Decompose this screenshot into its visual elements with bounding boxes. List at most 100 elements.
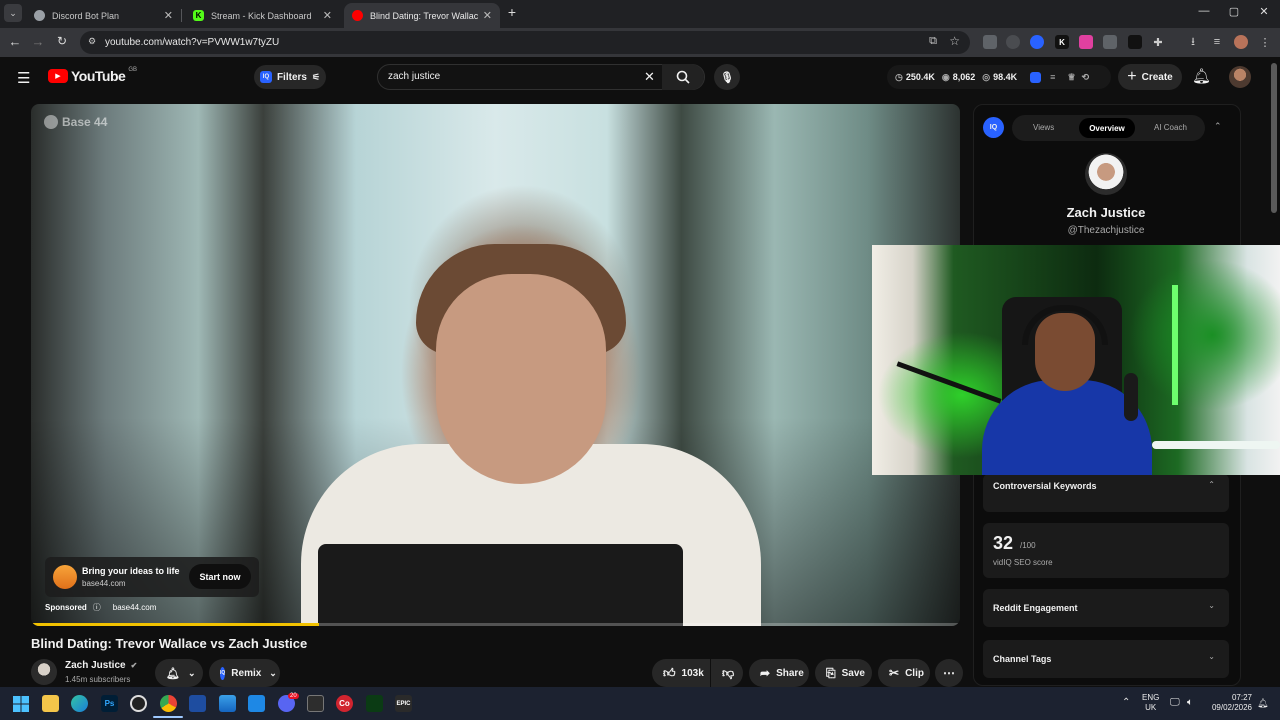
reading-list-icon[interactable]: ≡ [1210, 35, 1224, 49]
vidiq-logo-icon[interactable] [1030, 71, 1042, 83]
profile-avatar[interactable] [1234, 35, 1248, 49]
region-code: UK [1145, 703, 1157, 712]
vidiq-remix-button[interactable]: IQ Remix ⌄ [209, 659, 280, 687]
razer-icon[interactable] [366, 695, 383, 712]
forward-button[interactable]: → [29, 34, 47, 49]
url-text: youtube.com/watch?v=PVWW1w7tyZU [105, 37, 280, 48]
share-button[interactable]: ➦ Share [749, 659, 809, 687]
notepad-icon[interactable] [248, 695, 265, 712]
collapse-panel-icon[interactable]: ⌃ [1214, 121, 1222, 132]
chrome-icon[interactable] [160, 695, 177, 712]
search-input[interactable]: zach justice [388, 71, 440, 82]
reddit-engagement-card[interactable]: Reddit Engagement ⌄ [983, 589, 1229, 627]
back-button[interactable]: ← [6, 34, 24, 49]
edge-browser-icon[interactable] [71, 695, 88, 712]
save-button[interactable]: ⎘ Save [815, 659, 872, 687]
account-avatar[interactable] [1229, 66, 1251, 88]
notifications-bell-icon[interactable]: 🔔︎ [1192, 67, 1211, 85]
tab-youtube-video[interactable]: Blind Dating: Trevor Wallace vs ✕ [344, 3, 500, 28]
clip-label: Clip [905, 667, 924, 679]
youtube-logo[interactable]: ▶ YouTube GB [48, 67, 137, 84]
extension-icon[interactable] [1103, 35, 1117, 49]
close-tab-icon[interactable]: ✕ [483, 9, 492, 22]
close-window-button[interactable]: ✕ [1254, 5, 1274, 18]
maximize-button[interactable]: ▢ [1224, 5, 1244, 18]
dislike-button[interactable]: 👎︎ [711, 659, 743, 687]
close-tab-icon[interactable]: ✕ [164, 9, 173, 22]
tab-views[interactable]: Views [1033, 123, 1054, 132]
tab-kick-dashboard[interactable]: K Stream - Kick Dashboard ✕ [185, 3, 340, 28]
language-indicator[interactable]: ENG UK [1142, 693, 1159, 713]
channel-name[interactable]: Zach Justice [65, 660, 126, 671]
region-code: GB [128, 67, 137, 73]
trophy-icon[interactable]: ♕ [1067, 72, 1075, 83]
terminal-icon[interactable] [307, 695, 324, 712]
photos-icon[interactable] [219, 695, 236, 712]
ad-headline: Bring your ideas to life [82, 566, 180, 576]
extension-icon[interactable] [1079, 35, 1093, 49]
obs-icon[interactable] [130, 695, 147, 712]
sponsored-domain[interactable]: base44.com [113, 603, 157, 612]
vidiq-extension-icon[interactable] [1030, 35, 1044, 49]
install-app-icon[interactable]: ⧉ [929, 35, 937, 48]
tab-search-button[interactable]: ⌄ [4, 4, 22, 22]
channel-name-row[interactable]: Zach Justice ✔ [65, 660, 137, 671]
notification-center-icon[interactable]: 🔔︎ [1257, 698, 1268, 709]
powershell-icon[interactable] [189, 695, 206, 712]
tab-overview[interactable]: Overview [1079, 118, 1135, 138]
clock[interactable]: 07:27 09/02/2026 [1207, 693, 1252, 713]
site-info-icon[interactable]: ⚙ [88, 36, 96, 47]
extension-icon[interactable] [1006, 35, 1020, 49]
volume-icon[interactable]: 🔈︎ [1187, 697, 1193, 708]
voice-search-button[interactable]: 🎙 [714, 64, 740, 90]
video-player[interactable]: Base 44 [31, 104, 960, 626]
browser-menu-icon[interactable]: ⋮ [1258, 35, 1272, 49]
file-explorer-icon[interactable] [42, 695, 59, 712]
discord-badge: 20 [288, 693, 299, 699]
system-tray-chevron-icon[interactable]: ⌃ [1122, 697, 1130, 708]
controversial-keywords-card[interactable]: Controversial Keywords ⌃ [983, 474, 1229, 512]
page-scrollbar[interactable] [1271, 63, 1277, 213]
extension-icon[interactable] [1128, 35, 1142, 49]
windows-start-icon[interactable] [12, 695, 29, 712]
more-horizontal-icon: ⋯ [943, 666, 955, 680]
like-button[interactable]: 👍︎ 103k [652, 659, 710, 687]
share-network-icon[interactable]: ⟲ [1082, 72, 1090, 83]
close-tab-icon[interactable]: ✕ [323, 9, 332, 22]
clip-button[interactable]: ✂ Clip [878, 659, 930, 687]
info-icon[interactable]: ⓘ [93, 602, 101, 613]
create-button[interactable]: + Create [1118, 64, 1182, 90]
subscription-bell-button[interactable]: 🔔︎ ⌄ [155, 659, 203, 687]
ad-card[interactable]: Bring your ideas to life base44.com Star… [45, 557, 259, 597]
list-icon[interactable]: ≡ [1050, 72, 1055, 82]
app-co-icon[interactable]: Co [336, 695, 353, 712]
ad-cta-button[interactable]: Start now [189, 564, 251, 589]
bell-icon: 🔔︎ [166, 667, 180, 680]
photoshop-icon[interactable]: Ps [101, 695, 118, 712]
channel-avatar[interactable] [31, 659, 57, 685]
tab-discord-bot-plan[interactable]: Discord Bot Plan ✕ [26, 3, 182, 28]
address-bar[interactable]: ⚙ youtube.com/watch?v=PVWW1w7tyZU ⧉ ☆ [80, 31, 970, 54]
channel-tags-card[interactable]: Channel Tags ⌄ [983, 640, 1229, 678]
bookmark-star-icon[interactable]: ☆ [949, 34, 960, 48]
reload-button[interactable]: ↻ [53, 34, 71, 48]
hamburger-menu-icon[interactable]: ☰ [17, 69, 30, 87]
tab-ai-coach[interactable]: AI Coach [1154, 123, 1187, 132]
extensions-puzzle-icon[interactable]: ✚ [1151, 35, 1165, 49]
video-progress-bar[interactable] [31, 623, 960, 626]
chevron-down-icon: ⌄ [1208, 601, 1215, 610]
more-actions-button[interactable]: ⋯ [935, 659, 963, 687]
vidiq-filters-button[interactable]: IQ Filters ⚟ [254, 65, 326, 89]
search-button[interactable] [662, 64, 704, 90]
clear-search-icon[interactable]: ✕ [644, 69, 655, 85]
clock-time: 07:27 [1231, 693, 1252, 702]
extension-icon[interactable] [983, 35, 997, 49]
sponsored-label: Sponsored [45, 603, 87, 612]
download-icon[interactable]: ⭳ [1186, 35, 1200, 49]
network-icon[interactable]: 🖵 [1170, 697, 1180, 708]
minimize-button[interactable]: — [1194, 5, 1214, 17]
kick-extension-icon[interactable]: K [1055, 35, 1069, 49]
epic-games-icon[interactable]: EPIC [395, 695, 412, 712]
new-tab-button[interactable]: + [502, 4, 522, 20]
webcam-light-tube [1152, 441, 1280, 449]
